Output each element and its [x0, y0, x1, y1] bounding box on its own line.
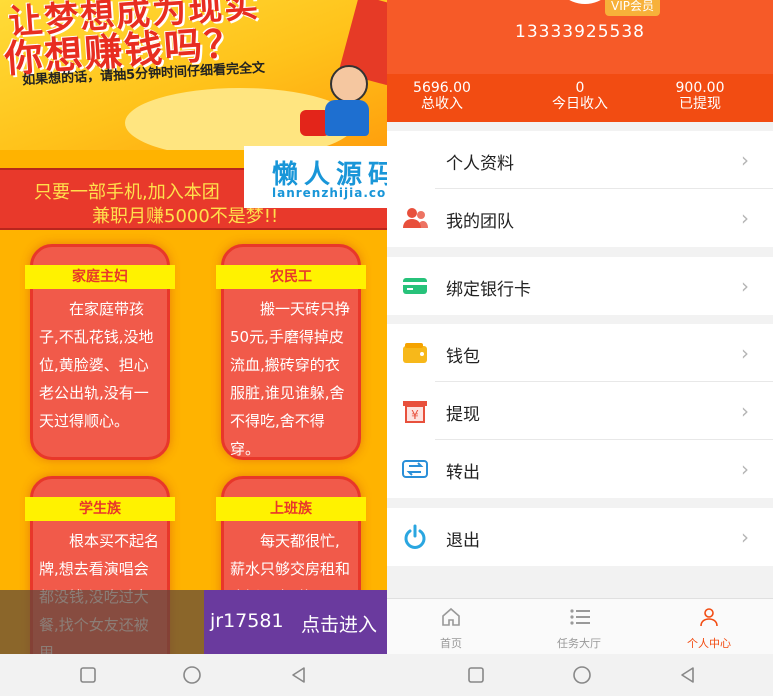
transfer-icon	[401, 455, 429, 483]
tab-home[interactable]: 首页	[387, 599, 515, 655]
chevron-right-icon: ›	[741, 525, 749, 549]
income-stats: 5696.00 总收入 0 今日收入 900.00 已提现	[387, 74, 773, 122]
persona-card-text: 搬一天砖只挣50元,手磨得掉皮流血,搬砖穿的衣服脏,谁见谁躲,舍不得吃,舍不得穿…	[230, 300, 351, 458]
user-icon	[401, 146, 429, 174]
chevron-right-icon: ›	[741, 206, 749, 230]
menu-item-label: 绑定银行卡	[446, 280, 531, 300]
profile-header: VIP会员 13333925538	[387, 0, 773, 74]
watermark: 懒人源码 lanrenzhijia.com	[244, 146, 387, 208]
persona-card: 家庭主妇 在家庭带孩子,不乱花钱,没地位,黄脸婆、担心老公出轨,没有一天过得顺心…	[25, 244, 175, 460]
tab-label: 个人中心	[687, 637, 731, 650]
persona-card-title: 家庭主妇	[25, 265, 175, 289]
character-head-illustration	[330, 65, 368, 103]
persona-card-title: 农民工	[216, 265, 366, 289]
watermark-url: lanrenzhijia.com	[272, 186, 387, 200]
menu-item-team[interactable]: 我的团队 ›	[387, 189, 773, 247]
persona-card-title: 学生族	[25, 497, 175, 521]
power-icon	[401, 523, 429, 551]
recent-apps-icon[interactable]	[77, 664, 99, 686]
stat-value: 0	[575, 80, 585, 96]
chevron-right-icon: ›	[741, 457, 749, 481]
menu-item-transfer[interactable]: 转出 ›	[387, 440, 773, 498]
home-button-icon[interactable]	[181, 664, 203, 686]
tab-label: 首页	[440, 637, 462, 650]
back-icon[interactable]	[677, 664, 699, 686]
back-icon[interactable]	[288, 664, 310, 686]
stat-label: 已提现	[679, 96, 721, 112]
enter-button[interactable]: jr17581 点击进入	[204, 590, 387, 654]
tagline-line-1: 只要一部手机,加入本团	[34, 182, 220, 203]
stat-label: 总收入	[421, 96, 463, 112]
promo-banner: 让梦想成为现实 你想赚钱吗？ 如果想的话，请抽5分钟时间仔细看完全文	[0, 0, 387, 150]
menu-item-wallet[interactable]: 钱包 ›	[387, 324, 773, 382]
menu-item-label: 我的团队	[446, 212, 514, 232]
bottom-tab-bar: 首页 任务大厅 个人中心	[387, 598, 773, 655]
home-icon	[442, 607, 460, 626]
menu-item-bank-card[interactable]: 绑定银行卡 ›	[387, 257, 773, 315]
person-icon	[700, 608, 718, 627]
stat-today-income: 0 今日收入	[525, 80, 635, 112]
stat-withdrawn: 900.00 已提现	[645, 80, 755, 112]
menu-item-label: 转出	[446, 463, 480, 483]
stat-total-income: 5696.00 总收入	[387, 80, 497, 112]
invite-code: jr17581	[210, 610, 284, 632]
bank-card-icon	[401, 272, 429, 300]
character-body-illustration	[325, 100, 369, 136]
stat-value: 900.00	[675, 80, 725, 96]
chevron-right-icon: ›	[741, 148, 749, 172]
vip-badge: VIP会员	[605, 0, 660, 16]
chevron-right-icon: ›	[741, 341, 749, 365]
chevron-right-icon: ›	[741, 399, 749, 423]
persona-card-text: 在家庭带孩子,不乱花钱,没地位,黄脸婆、担心老公出轨,没有一天过得顺心。	[39, 300, 154, 430]
task-list-icon	[570, 609, 590, 625]
team-icon	[401, 204, 429, 232]
tab-task-hall[interactable]: 任务大厅	[515, 599, 643, 655]
tab-personal-center[interactable]: 个人中心	[645, 599, 773, 655]
persona-card: 农民工 搬一天砖只挣50元,手磨得掉皮流血,搬砖穿的衣服脏,谁见谁躲,舍不得吃,…	[216, 244, 366, 460]
tab-label: 任务大厅	[557, 637, 601, 650]
menu-item-label: 提现	[446, 405, 480, 425]
chevron-right-icon: ›	[741, 274, 749, 298]
menu-item-label: 退出	[446, 531, 480, 551]
home-button-icon[interactable]	[571, 664, 593, 686]
persona-card-title: 上班族	[216, 497, 366, 521]
svg-text:¥: ¥	[411, 408, 419, 422]
menu-item-profile[interactable]: 个人资料 ›	[387, 131, 773, 189]
menu-item-withdraw[interactable]: ¥ 提现 ›	[387, 382, 773, 440]
stat-label: 今日收入	[552, 96, 608, 112]
menu-item-label: 个人资料	[446, 154, 514, 174]
recent-apps-icon[interactable]	[465, 664, 487, 686]
promo-page: 让梦想成为现实 你想赚钱吗？ 如果想的话，请抽5分钟时间仔细看完全文 只要一部手…	[0, 0, 387, 696]
enter-button-label: 点击进入	[301, 614, 378, 636]
profile-page: VIP会员 13333925538 5696.00 总收入 0 今日收入 900…	[387, 0, 773, 696]
menu-item-logout[interactable]: 退出 ›	[387, 508, 773, 566]
menu-item-label: 钱包	[446, 347, 480, 367]
phone-number: 13333925538	[515, 22, 645, 42]
stat-value: 5696.00	[413, 80, 471, 96]
bottom-overlay	[0, 590, 204, 654]
withdraw-icon: ¥	[401, 397, 429, 425]
wallet-icon	[401, 339, 429, 367]
system-nav-bar	[0, 654, 773, 696]
